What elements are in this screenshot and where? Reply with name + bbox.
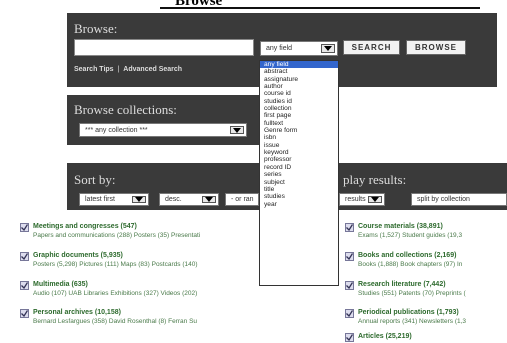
search-tips-link[interactable]: Search Tips — [74, 66, 114, 73]
dropdown-option[interactable]: fulltext — [260, 120, 338, 127]
check-icon[interactable] — [20, 252, 29, 261]
dropdown-option[interactable]: Genre form — [260, 127, 338, 134]
check-icon[interactable] — [345, 309, 354, 318]
facet-subitems[interactable]: Studies (551) Patents (70) Preprints ( — [358, 290, 466, 297]
dropdown-option[interactable]: studies — [260, 193, 338, 200]
dropdown-option[interactable]: year — [260, 201, 338, 208]
facet-subitems[interactable]: Books (1,888) Book chapters (97) In — [358, 261, 462, 268]
collection-select[interactable]: *** any collection *** — [79, 123, 247, 137]
facet-title[interactable]: Course materials (38,891) — [358, 223, 443, 230]
collections-panel: Browse collections: *** any collection *… — [67, 95, 259, 145]
field-dropdown-list[interactable]: any field abstract assignature author course… — [259, 60, 339, 286]
facet-title[interactable]: Personal archives (10,158) — [33, 309, 121, 316]
sort-select-value: latest first — [85, 196, 115, 203]
header-rule — [160, 7, 480, 9]
dropdown-option[interactable]: first page — [260, 112, 338, 119]
dropdown-option[interactable]: subject — [260, 179, 338, 186]
rank-select-value: - or ran — [231, 196, 254, 203]
check-icon[interactable] — [345, 333, 354, 342]
dropdown-option[interactable]: keyword — [260, 149, 338, 156]
facet-title[interactable]: Meetings and congresses (547) — [33, 223, 137, 230]
dropdown-option[interactable]: issue — [260, 142, 338, 149]
browse-button[interactable]: BROWSE — [406, 40, 466, 55]
check-icon[interactable] — [20, 281, 29, 290]
dropdown-option[interactable]: any field — [260, 61, 338, 69]
search-button[interactable]: SEARCH — [343, 40, 400, 55]
facet-subitems[interactable]: Posters (5,298) Pictures (111) Maps (83)… — [33, 261, 198, 268]
field-select-value: any field — [266, 45, 293, 52]
dropdown-option[interactable]: record ID — [260, 164, 338, 171]
dropdown-option[interactable]: author — [260, 83, 338, 90]
chevron-down-icon[interactable] — [368, 196, 382, 203]
dropdown-option[interactable]: course id — [260, 90, 338, 97]
facet-title[interactable]: Articles (25,219) — [358, 333, 412, 340]
collection-select-value: *** any collection *** — [85, 126, 148, 134]
check-icon[interactable] — [345, 223, 354, 232]
check-icon[interactable] — [20, 223, 29, 232]
facet-title[interactable]: Multimedia (635) — [33, 281, 88, 288]
chevron-down-icon[interactable] — [321, 44, 335, 53]
facet-subitems[interactable]: Bernard Lesfargues (358) David Rosenthal… — [33, 318, 197, 325]
order-select[interactable]: desc. — [159, 193, 219, 206]
rank-select[interactable]: - or ran — [225, 193, 259, 206]
check-icon[interactable] — [20, 309, 29, 318]
results-select-value: results — [345, 196, 366, 203]
dropdown-option[interactable]: studies id — [260, 98, 338, 105]
facet-title[interactable]: Books and collections (2,169) — [358, 252, 456, 259]
field-select[interactable]: any field — [260, 41, 338, 56]
facet-subitems[interactable]: Audio (107) UAB Libraries Exhibitions (3… — [33, 290, 197, 297]
page-header: Browse — [0, 0, 507, 9]
sort-title: Sort by: — [74, 172, 116, 187]
chevron-down-icon[interactable] — [132, 196, 146, 203]
facet-subitems[interactable]: Papers and communications (288) Posters … — [33, 232, 200, 239]
sort-select[interactable]: latest first — [79, 193, 149, 206]
facet-title[interactable]: Graphic documents (5,935) — [33, 252, 123, 259]
chevron-down-icon[interactable] — [202, 196, 216, 203]
dropdown-option[interactable]: assignature — [260, 76, 338, 83]
facet-subitems[interactable]: Exams (1,527) Student guides (19,3 — [358, 232, 462, 239]
dropdown-option[interactable]: isbn — [260, 134, 338, 141]
dropdown-option[interactable]: abstract — [260, 68, 338, 75]
dropdown-option[interactable]: collection — [260, 105, 338, 112]
dropdown-option[interactable]: series — [260, 171, 338, 178]
order-select-value: desc. — [165, 196, 182, 203]
facet-title[interactable]: Periodical publications (1,793) — [358, 309, 459, 316]
link-separator: | — [117, 66, 120, 73]
split-select[interactable]: split by collection — [411, 193, 507, 206]
dropdown-option[interactable]: title — [260, 186, 338, 193]
collections-title: Browse collections: — [74, 102, 177, 117]
facet-subitems[interactable]: Annual reports (341) Newsletters (1,3 — [358, 318, 466, 325]
dropdown-option[interactable]: professor — [260, 156, 338, 163]
browse-title: Browse: — [74, 21, 118, 36]
chevron-down-icon[interactable] — [230, 126, 244, 134]
split-select-value: split by collection — [417, 196, 470, 203]
search-links: Search Tips | Advanced Search — [74, 66, 182, 73]
search-input[interactable] — [74, 39, 254, 56]
advanced-search-link[interactable]: Advanced Search — [123, 66, 182, 73]
facet-title[interactable]: Research literature (7,442) — [358, 281, 446, 288]
results-select[interactable]: results — [339, 193, 385, 206]
display-results-title: play results: — [343, 172, 407, 187]
check-icon[interactable] — [345, 281, 354, 290]
check-icon[interactable] — [345, 252, 354, 261]
